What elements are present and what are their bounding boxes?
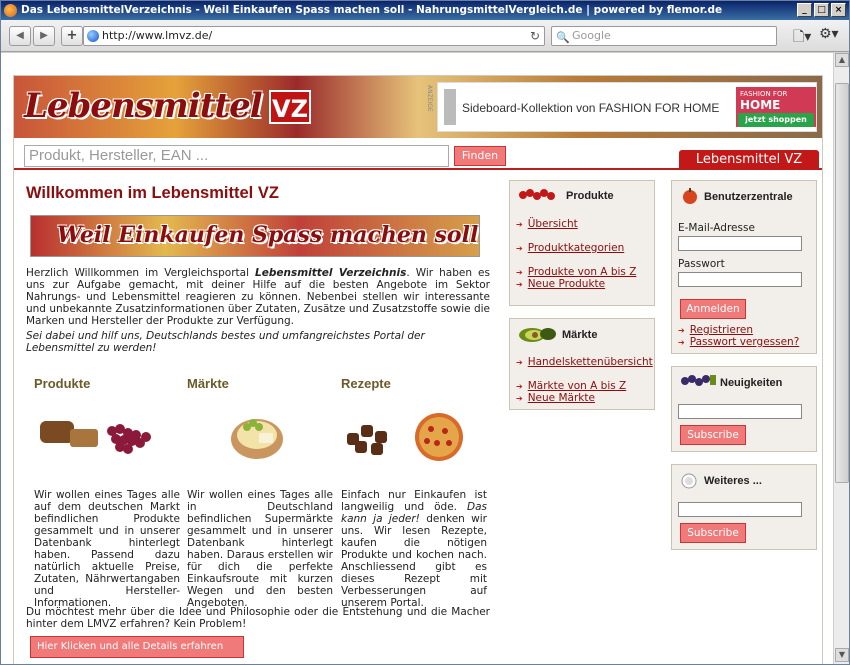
link-produkte-a-z[interactable]: Produkte von A bis Z xyxy=(516,266,637,278)
column-maerkte: Märkte Wir wollen eines Tages alle in De… xyxy=(187,376,333,609)
title-bar: Das LebensmittelVerzeichnis - Weil Einka… xyxy=(1,1,849,20)
address-bar[interactable]: http://www.lmvz.de/ ↻ xyxy=(83,26,545,46)
new-tab-button[interactable]: + xyxy=(61,26,83,46)
furniture-image xyxy=(444,89,456,125)
pralines-pizza-image xyxy=(341,409,487,461)
plate-icon xyxy=(681,473,697,489)
column-text: Wir wollen eines Tages alle in Deutschla… xyxy=(187,489,333,609)
link-maerkte-a-z[interactable]: Märkte von A bis Z xyxy=(516,380,627,392)
intro-text-brand: Lebensmittel Verzeichnis xyxy=(255,267,407,279)
password-label: Passwort xyxy=(678,258,725,270)
advertisement-banner[interactable]: ANZEIGE Sideboard-Kollektion von FASHION… xyxy=(426,82,817,132)
berries-icon xyxy=(519,189,555,200)
window-controls: _ □ × xyxy=(797,3,846,17)
browser-search-placeholder: Google xyxy=(572,29,611,42)
product-search-input[interactable]: Produkt, Hersteller, EAN ... xyxy=(24,145,449,167)
link-register[interactable]: Registrieren xyxy=(678,324,753,336)
grapes-icon xyxy=(681,375,716,386)
more-email-field[interactable] xyxy=(678,502,802,517)
firefox-icon xyxy=(4,4,17,17)
link-produktkategorien[interactable]: Produktkategorien xyxy=(516,242,625,254)
box-title: Märkte xyxy=(562,329,598,341)
minimize-button[interactable]: _ xyxy=(797,3,812,17)
ad-label: ANZEIGE xyxy=(426,85,433,112)
more-subscribe-button[interactable]: Subscribe xyxy=(680,523,746,543)
box-title: Neuigkeiten xyxy=(720,377,783,389)
login-button[interactable]: Anmelden xyxy=(680,299,746,319)
vertical-scrollbar[interactable]: ▲ ▼ xyxy=(833,53,849,664)
browser-search-input[interactable]: 🔍 Google xyxy=(551,26,777,46)
maerkte-box: Märkte Handelskettenübersicht Märkte von… xyxy=(509,318,655,410)
about-details-button[interactable]: Hier Klicken und alle Details erfahren xyxy=(30,636,244,658)
site-header: Lebensmittel VZ ANZEIGE Sideboard-Kollek… xyxy=(14,76,822,138)
scrollbar-thumb[interactable] xyxy=(835,83,849,483)
intro-text: Herzlich Willkommen im Vergleichsportal … xyxy=(26,267,490,327)
link-neue-produkte[interactable]: Neue Produkte xyxy=(516,278,605,290)
site-page: Lebensmittel VZ ANZEIGE Sideboard-Kollek… xyxy=(13,75,823,664)
link-neue-maerkte[interactable]: Neue Märkte xyxy=(516,392,595,404)
newsletter-email-field[interactable] xyxy=(678,404,802,419)
ad-text: Sideboard-Kollektion von FASHION FOR HOM… xyxy=(462,101,720,115)
email-label: E-Mail-Adresse xyxy=(678,222,755,234)
browser-toolbar: ◀ ▶ + http://www.lmvz.de/ ↻ 🔍 Google 🗋▾ … xyxy=(1,20,849,52)
site-logo[interactable]: Lebensmittel xyxy=(24,86,263,126)
page-title: Willkommen im Lebensmittel VZ xyxy=(26,184,279,202)
cheese-plate-image xyxy=(187,409,333,461)
bread-grapes-image xyxy=(34,409,180,461)
ad-cta-button[interactable]: jetzt shoppen xyxy=(738,113,814,127)
avocado-icon xyxy=(519,328,556,342)
forward-button[interactable]: ▶ xyxy=(33,26,55,46)
tab-lebensmittel-vz[interactable]: Lebensmittel VZ xyxy=(679,150,819,170)
intro-text-a: Herzlich Willkommen im Vergleichsportal xyxy=(26,267,256,279)
reload-icon[interactable]: ↻ xyxy=(530,27,540,45)
column-title[interactable]: Märkte xyxy=(187,376,333,391)
ad-brand-small: FASHION FOR xyxy=(740,90,788,98)
rezepte-text-c: denken wir uns. Wir lesen Rezepte, kaufe… xyxy=(341,513,487,609)
login-box: Benutzerzentrale E-Mail-Adresse Passwort… xyxy=(671,180,817,354)
column-text: Einfach nur Einkaufen ist langweilig und… xyxy=(341,489,487,609)
window-title: Das LebensmittelVerzeichnis - Weil Einka… xyxy=(21,4,723,16)
scroll-down-arrow-icon[interactable]: ▼ xyxy=(835,648,849,662)
link-uebersicht[interactable]: Übersicht xyxy=(516,218,578,230)
link-forgot-password[interactable]: Passwort vergessen? xyxy=(678,336,800,348)
scroll-up-arrow-icon[interactable]: ▲ xyxy=(835,53,849,67)
browser-window: Das LebensmittelVerzeichnis - Weil Einka… xyxy=(0,0,850,665)
rezepte-text-a: Einfach nur Einkaufen ist langweilig und… xyxy=(341,489,487,513)
page-viewport: Lebensmittel VZ ANZEIGE Sideboard-Kollek… xyxy=(1,53,833,664)
column-title[interactable]: Produkte xyxy=(34,376,180,391)
box-title: Weiteres ... xyxy=(704,475,762,487)
back-button[interactable]: ◀ xyxy=(9,26,31,46)
column-text: Wir wollen eines Tages alle auf dem deut… xyxy=(34,489,180,609)
slogan-banner: Weil Einkaufen Spass machen soll xyxy=(30,215,480,257)
box-title: Produkte xyxy=(566,190,614,202)
more-box: Weiteres ... Subscribe xyxy=(671,464,817,550)
ad-brand-big: HOME xyxy=(740,98,781,112)
apple-icon xyxy=(683,188,697,204)
news-subscribe-button[interactable]: Subscribe xyxy=(680,425,746,445)
globe-icon xyxy=(87,30,99,42)
about-text: Du möchtest mehr über die Idee und Philo… xyxy=(26,606,490,630)
link-handelsketten[interactable]: Handelskettenübersicht xyxy=(516,356,653,368)
maximize-button[interactable]: □ xyxy=(814,3,829,17)
gear-icon[interactable]: ⚙▾ xyxy=(819,26,839,42)
site-search-bar: Produkt, Hersteller, EAN ... Finden Lebe… xyxy=(14,138,822,170)
produkte-box: Produkte Übersicht Produktkategorien Pro… xyxy=(509,180,655,306)
slogan-text: Weil Einkaufen Spass machen soll xyxy=(57,222,479,248)
search-button[interactable]: Finden xyxy=(454,146,506,166)
intro-call-to-action: Sei dabei und hilf uns, Deutschlands bes… xyxy=(26,330,425,354)
search-icon: 🔍 xyxy=(556,31,570,44)
close-button[interactable]: × xyxy=(831,3,846,17)
page-menu-icon[interactable]: 🗋▾ xyxy=(793,26,811,50)
logo-badge: VZ xyxy=(269,90,311,124)
column-title[interactable]: Rezepte xyxy=(341,376,487,391)
news-box: Neuigkeiten Subscribe xyxy=(671,366,817,452)
column-produkte: Produkte Wir wollen eines Tages alle auf… xyxy=(34,376,180,609)
password-field[interactable] xyxy=(678,272,802,287)
address-url: http://www.lmvz.de/ xyxy=(102,29,213,42)
box-title: Benutzerzentrale xyxy=(704,191,793,203)
column-rezepte: Rezepte Einfach nur Einkaufen ist langwe… xyxy=(341,376,487,609)
email-field[interactable] xyxy=(678,236,802,251)
